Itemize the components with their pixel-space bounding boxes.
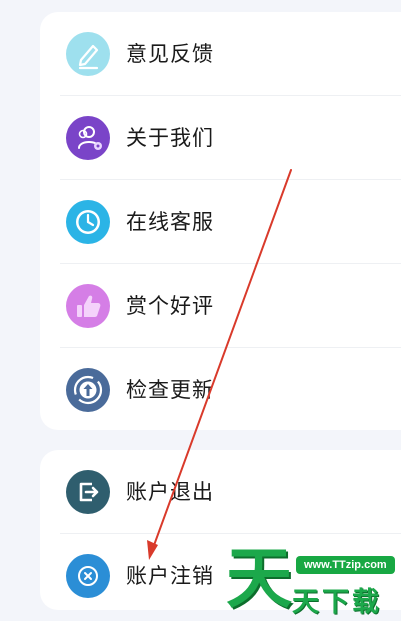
menu-item-label: 账户退出 bbox=[126, 480, 214, 504]
menu-item-label: 检查更新 bbox=[126, 378, 214, 402]
menu-item-label: 在线客服 bbox=[126, 210, 214, 234]
watermark-url: www.TTzip.com bbox=[296, 556, 395, 574]
clock-icon bbox=[66, 200, 110, 244]
menu-item-label: 赏个好评 bbox=[126, 294, 214, 318]
menu-item-label: 意见反馈 bbox=[126, 42, 214, 66]
thumbs-up-icon bbox=[66, 284, 110, 328]
menu-item-feedback[interactable]: 意见反馈 bbox=[40, 12, 401, 96]
pencil-icon bbox=[66, 32, 110, 76]
logout-icon bbox=[66, 470, 110, 514]
watermark-logo: 天 bbox=[226, 540, 292, 617]
settings-card-main: 意见反馈 关于我们 在线客服 赏个好评 检查更新 bbox=[40, 12, 401, 430]
menu-item-rate-us[interactable]: 赏个好评 bbox=[40, 264, 401, 348]
menu-item-label: 账户注销 bbox=[126, 564, 214, 588]
users-icon bbox=[66, 116, 110, 160]
watermark: 天 www.TTzip.com 天下载 bbox=[222, 540, 401, 621]
menu-item-check-update[interactable]: 检查更新 bbox=[40, 348, 401, 432]
menu-item-about-us[interactable]: 关于我们 bbox=[40, 96, 401, 180]
menu-item-logout[interactable]: 账户退出 bbox=[40, 450, 401, 534]
cancel-account-icon bbox=[66, 554, 110, 598]
watermark-text: 天下载 bbox=[292, 587, 382, 618]
menu-item-label: 关于我们 bbox=[126, 126, 214, 150]
menu-item-online-support[interactable]: 在线客服 bbox=[40, 180, 401, 264]
update-icon bbox=[66, 368, 110, 412]
